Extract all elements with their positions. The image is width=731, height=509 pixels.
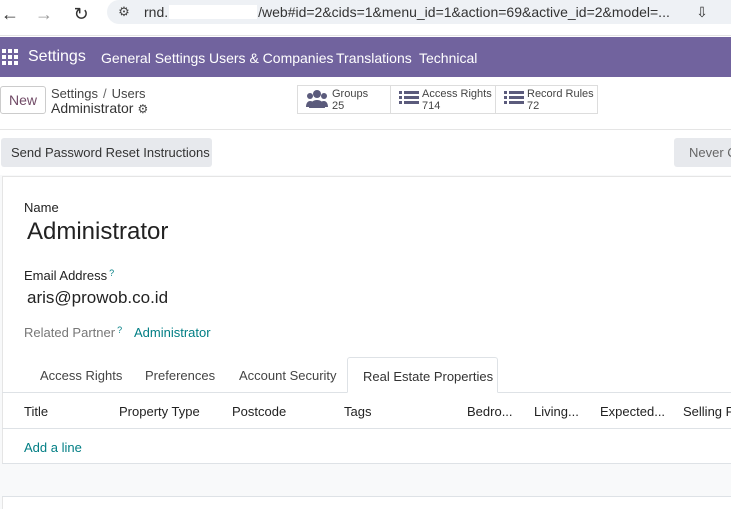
- stat-access-rights-label: Access Rights: [422, 88, 492, 100]
- table-row: [2, 464, 731, 497]
- column-postcode[interactable]: Postcode: [232, 404, 286, 419]
- users-icon: [306, 89, 328, 111]
- install-app-icon[interactable]: ⇩: [692, 2, 712, 22]
- stat-button-groups[interactable]: Groups 25: [297, 85, 391, 114]
- record-name-text: Administrator: [51, 100, 134, 116]
- column-title[interactable]: Title: [24, 404, 48, 419]
- stat-access-rights-value: 714: [422, 100, 441, 112]
- menu-technical[interactable]: Technical: [419, 50, 477, 66]
- related-partner-label: Related Partner?: [24, 325, 122, 340]
- app-title[interactable]: Settings: [28, 48, 86, 66]
- address-bar[interactable]: ⚙ rnd. /web#id=2&cids=1&menu_id=1&action=…: [107, 0, 731, 24]
- list-icon: [399, 89, 421, 111]
- never-button[interactable]: Never C: [674, 138, 731, 167]
- related-partner-label-text: Related Partner: [24, 325, 116, 340]
- column-selling-price[interactable]: Selling P: [683, 404, 731, 419]
- help-tooltip-icon[interactable]: ?: [109, 268, 114, 278]
- menu-translations[interactable]: Translations: [336, 50, 412, 66]
- column-expected-price[interactable]: Expected...: [600, 404, 665, 419]
- gear-icon[interactable]: ⚙: [137, 102, 148, 116]
- add-a-line-link[interactable]: Add a line: [24, 440, 82, 455]
- menu-users-companies[interactable]: Users & Companies: [209, 50, 334, 66]
- control-panel-divider: [0, 129, 731, 130]
- column-tags[interactable]: Tags: [344, 404, 371, 419]
- tab-preferences[interactable]: Preferences: [145, 368, 215, 383]
- main-navbar: Settings General Settings Users & Compan…: [0, 37, 731, 77]
- send-password-reset-button[interactable]: Send Password Reset Instructions: [1, 138, 212, 167]
- name-label: Name: [24, 200, 59, 215]
- stat-groups-value: 25: [332, 100, 345, 112]
- apps-menu-icon[interactable]: [2, 49, 18, 65]
- help-tooltip-icon[interactable]: ?: [117, 325, 122, 335]
- forward-arrow-icon[interactable]: →: [34, 4, 54, 24]
- current-record: Administrator ⚙: [51, 100, 148, 116]
- url-text[interactable]: rnd. /web#id=2&cids=1&menu_id=1&action=69…: [144, 4, 670, 20]
- column-property-type[interactable]: Property Type: [119, 404, 200, 419]
- url-prefix: rnd.: [144, 4, 169, 20]
- site-settings-icon[interactable]: ⚙: [115, 3, 133, 21]
- browser-toolbar: ← → ↻ ⚙ rnd. /web#id=2&cids=1&menu_id=1&a…: [0, 0, 731, 36]
- url-suffix: /web#id=2&cids=1&menu_id=1&action=69&act…: [258, 4, 670, 20]
- new-button[interactable]: New: [0, 86, 46, 114]
- breadcrumb-settings[interactable]: Settings: [51, 86, 98, 101]
- menu-general-settings[interactable]: General Settings: [101, 50, 205, 66]
- related-partner-link[interactable]: Administrator: [134, 325, 211, 340]
- back-arrow-icon[interactable]: ←: [0, 4, 20, 24]
- tab-access-rights[interactable]: Access Rights: [40, 368, 122, 383]
- email-field[interactable]: aris@prowob.co.id: [27, 288, 168, 308]
- breadcrumb-users[interactable]: Users: [112, 86, 146, 101]
- stat-button-access-rights[interactable]: Access Rights 714: [390, 85, 496, 114]
- stat-button-record-rules[interactable]: Record Rules 72: [495, 85, 598, 114]
- column-living-area[interactable]: Living...: [534, 404, 579, 419]
- column-bedrooms[interactable]: Bedro...: [467, 404, 513, 419]
- url-redaction: [169, 5, 258, 19]
- tab-real-estate-properties[interactable]: Real Estate Properties: [347, 357, 498, 393]
- email-label: Email Address?: [24, 268, 114, 283]
- reload-icon[interactable]: ↻: [71, 4, 91, 24]
- stat-record-rules-label: Record Rules: [527, 88, 594, 100]
- breadcrumb: Settings / Users: [51, 86, 146, 101]
- email-label-text: Email Address: [24, 268, 108, 283]
- breadcrumb-separator: /: [102, 86, 107, 101]
- name-field[interactable]: Administrator: [27, 218, 168, 246]
- list-icon: [504, 89, 526, 111]
- tab-account-security[interactable]: Account Security: [239, 368, 337, 383]
- stat-record-rules-value: 72: [527, 100, 540, 112]
- stat-groups-label: Groups: [332, 88, 369, 100]
- table-header: Title Property Type Postcode Tags Bedro.…: [2, 393, 731, 429]
- notebook-tabs: Access Rights Preferences Account Securi…: [2, 357, 731, 393]
